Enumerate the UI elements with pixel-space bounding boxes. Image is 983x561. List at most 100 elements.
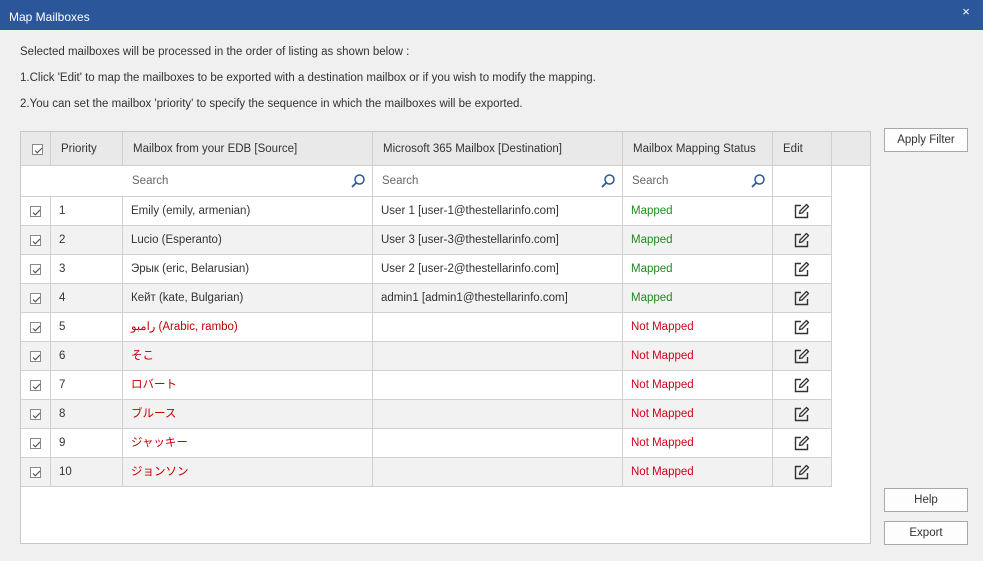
table-row[interactable]: 9 ジャッキー Not Mapped <box>21 429 832 458</box>
instruction-step-1: 1.Click 'Edit' to map the mailboxes to b… <box>20 72 596 84</box>
priority-cell[interactable]: 1 <box>51 197 123 226</box>
edit-icon[interactable] <box>793 406 810 423</box>
select-all-checkbox[interactable] <box>32 144 43 155</box>
destination-mailbox-cell <box>373 400 623 429</box>
source-search-cell <box>123 166 373 197</box>
row-checkbox[interactable] <box>30 322 41 333</box>
apply-filter-button[interactable]: Apply Filter <box>884 128 968 152</box>
search-row <box>21 166 870 197</box>
table-row[interactable]: 8 ブルース Not Mapped <box>21 400 832 429</box>
status-search-input[interactable] <box>627 170 747 192</box>
window-title: Map Mailboxes <box>9 10 90 24</box>
edit-icon[interactable] <box>793 348 810 365</box>
edit-icon[interactable] <box>793 290 810 307</box>
priority-cell[interactable]: 2 <box>51 226 123 255</box>
priority-cell[interactable]: 7 <box>51 371 123 400</box>
row-checkbox[interactable] <box>30 293 41 304</box>
table-row[interactable]: 2 Lucio (Esperanto) User 3 [user-3@thestel… <box>21 226 832 255</box>
row-checkbox[interactable] <box>30 264 41 275</box>
mapping-status-cell: Mapped <box>623 255 773 284</box>
edit-icon[interactable] <box>793 435 810 452</box>
edit-cell <box>773 371 832 400</box>
destination-mailbox-cell <box>373 429 623 458</box>
priority-cell[interactable]: 6 <box>51 342 123 371</box>
table-row[interactable]: 3 Эрык (eric, Belarusian) User 2 [user-2@t… <box>21 255 832 284</box>
title-bar: Map Mailboxes × <box>0 0 983 30</box>
table-row[interactable]: 7 ロバート Not Mapped <box>21 371 832 400</box>
row-checkbox[interactable] <box>30 380 41 391</box>
edit-icon[interactable] <box>793 261 810 278</box>
edit-icon[interactable] <box>793 377 810 394</box>
table-row[interactable]: 6 そこ Not Mapped <box>21 342 832 371</box>
grid-header: Priority Mailbox from your EDB [Source] … <box>21 132 870 166</box>
edit-search-spacer <box>773 166 832 197</box>
mapping-status-cell: Not Mapped <box>623 458 773 487</box>
row-checkbox[interactable] <box>30 467 41 478</box>
edit-cell <box>773 197 832 226</box>
edit-icon[interactable] <box>793 464 810 481</box>
map-mailboxes-dialog: Map Mailboxes × Selected mailboxes will … <box>0 0 983 561</box>
source-mailbox-cell: ブルース <box>123 400 373 429</box>
row-checkbox[interactable] <box>30 235 41 246</box>
row-checkbox[interactable] <box>30 409 41 420</box>
header-priority[interactable]: Priority <box>51 132 123 166</box>
table-row[interactable]: 1 Emily (emily, armenian) User 1 [user-1@t… <box>21 197 832 226</box>
source-search-input[interactable] <box>127 170 347 192</box>
source-mailbox-cell: رامبو (Arabic, rambo) <box>123 313 373 342</box>
table-row[interactable]: 5 رامبو (Arabic, rambo) Not Mapped <box>21 313 832 342</box>
search-icon[interactable] <box>600 173 616 189</box>
mailbox-mapping-grid: Priority Mailbox from your EDB [Source] … <box>20 131 871 544</box>
header-destination[interactable]: Microsoft 365 Mailbox [Destination] <box>373 132 623 166</box>
priority-cell[interactable]: 8 <box>51 400 123 429</box>
destination-search-input[interactable] <box>377 170 597 192</box>
edit-icon[interactable] <box>793 232 810 249</box>
header-source[interactable]: Mailbox from your EDB [Source] <box>123 132 373 166</box>
row-select-cell <box>21 371 51 400</box>
search-icon[interactable] <box>350 173 366 189</box>
destination-mailbox-cell: User 3 [user-3@thestellarinfo.com] <box>373 226 623 255</box>
priority-cell[interactable]: 5 <box>51 313 123 342</box>
table-row[interactable]: 4 Кейт (kate, Bulgarian) admin1 [admin1@th… <box>21 284 832 313</box>
edit-cell <box>773 313 832 342</box>
priority-cell[interactable]: 9 <box>51 429 123 458</box>
table-row[interactable]: 10 ジョンソン Not Mapped <box>21 458 832 487</box>
destination-mailbox-cell: admin1 [admin1@thestellarinfo.com] <box>373 284 623 313</box>
edit-cell <box>773 342 832 371</box>
status-search-cell <box>623 166 773 197</box>
mapping-status-cell: Not Mapped <box>623 313 773 342</box>
source-mailbox-cell: そこ <box>123 342 373 371</box>
destination-mailbox-cell <box>373 342 623 371</box>
header-status[interactable]: Mailbox Mapping Status <box>623 132 773 166</box>
row-select-cell <box>21 284 51 313</box>
priority-cell[interactable]: 10 <box>51 458 123 487</box>
destination-mailbox-cell <box>373 371 623 400</box>
row-select-cell <box>21 197 51 226</box>
source-mailbox-cell: Эрык (eric, Belarusian) <box>123 255 373 284</box>
priority-cell[interactable]: 4 <box>51 284 123 313</box>
destination-mailbox-cell: User 1 [user-1@thestellarinfo.com] <box>373 197 623 226</box>
edit-icon[interactable] <box>793 319 810 336</box>
search-icon[interactable] <box>750 173 766 189</box>
row-checkbox[interactable] <box>30 351 41 362</box>
source-mailbox-cell: ジャッキー <box>123 429 373 458</box>
select-all-cell <box>21 132 51 166</box>
row-checkbox[interactable] <box>30 438 41 449</box>
edit-cell <box>773 226 832 255</box>
destination-mailbox-cell: User 2 [user-2@thestellarinfo.com] <box>373 255 623 284</box>
mapping-status-cell: Not Mapped <box>623 429 773 458</box>
row-checkbox[interactable] <box>30 206 41 217</box>
row-select-cell <box>21 458 51 487</box>
destination-mailbox-cell <box>373 458 623 487</box>
priority-cell[interactable]: 3 <box>51 255 123 284</box>
row-select-cell <box>21 429 51 458</box>
close-icon[interactable]: × <box>959 4 973 19</box>
instruction-intro: Selected mailboxes will be processed in … <box>20 46 410 58</box>
edit-cell <box>773 400 832 429</box>
export-button[interactable]: Export <box>884 521 968 545</box>
edit-icon[interactable] <box>793 203 810 220</box>
edit-cell <box>773 458 832 487</box>
mapping-status-cell: Mapped <box>623 197 773 226</box>
row-select-cell <box>21 255 51 284</box>
edit-cell <box>773 284 832 313</box>
help-button[interactable]: Help <box>884 488 968 512</box>
